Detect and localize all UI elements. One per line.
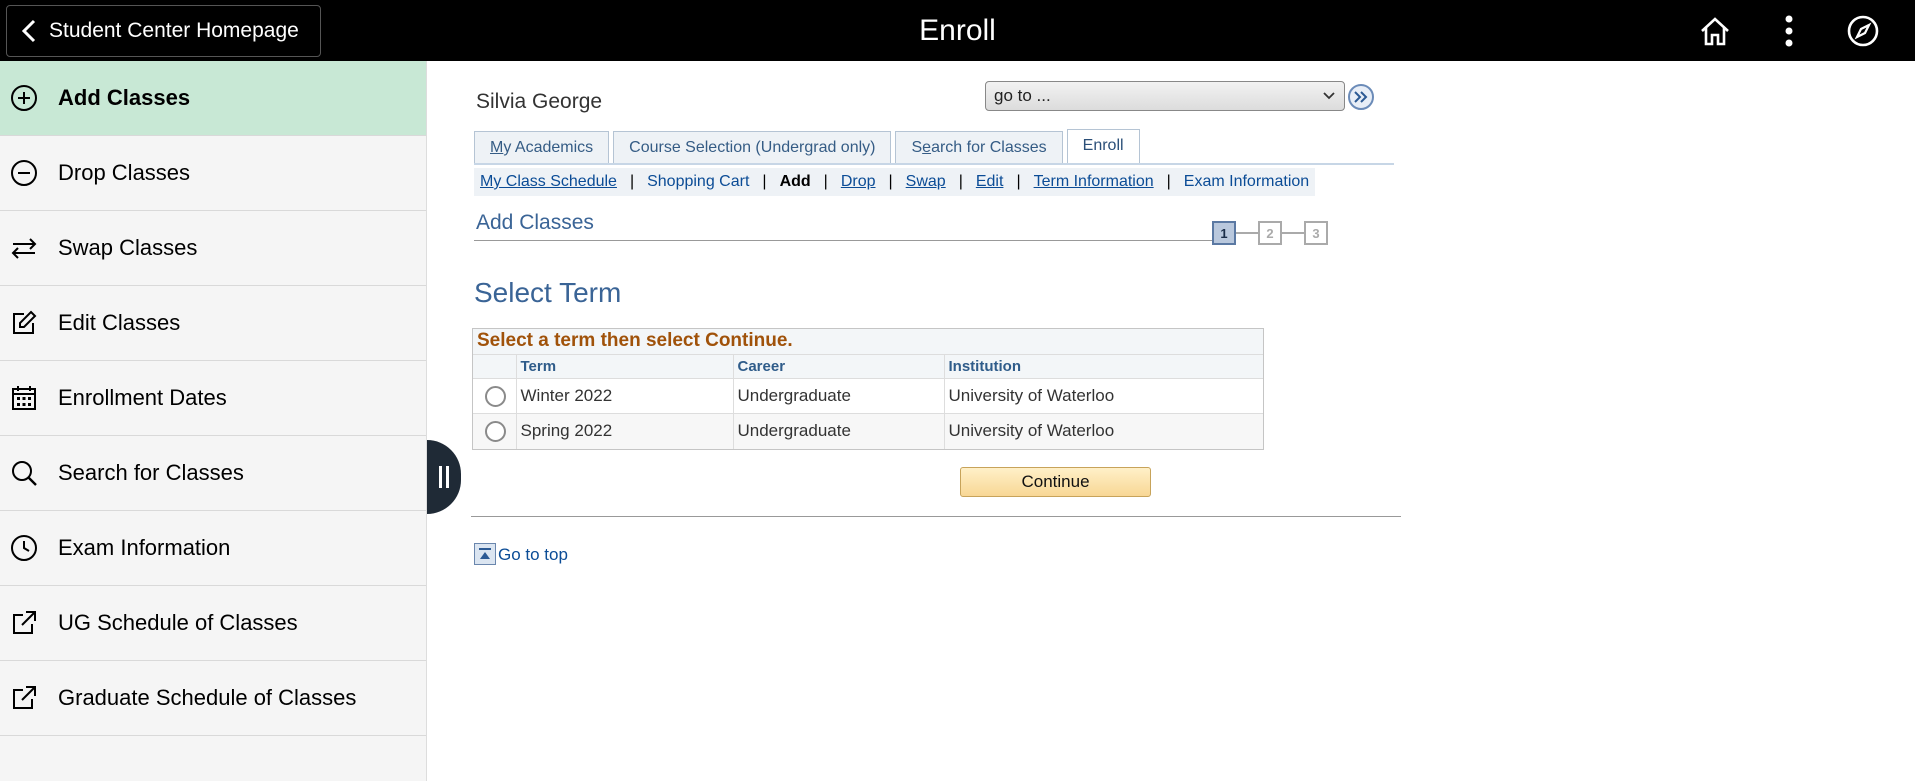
subnav-exam-information[interactable]: Exam Information <box>1184 173 1309 191</box>
calendar-icon <box>10 384 38 412</box>
sidebar: Add Classes Drop Classes Swap Classes Ed… <box>0 61 427 781</box>
go-to-top-label: Go to top <box>498 545 568 564</box>
select-term-heading: Select Term <box>474 277 622 308</box>
sidebar-item-drop-classes[interactable]: Drop Classes <box>0 136 426 211</box>
tab-course-selection[interactable]: Course Selection (Undergrad only) <box>613 131 892 163</box>
institution-cell: University of Waterloo <box>943 413 1263 449</box>
sidebar-item-label: Edit Classes <box>58 310 181 335</box>
sidebar-item-swap-classes[interactable]: Swap Classes <box>0 211 426 286</box>
column-header-institution: Institution <box>943 354 1263 379</box>
goto-dropdown[interactable]: go to ... <box>985 81 1345 111</box>
back-button-label: Student Center Homepage <box>49 19 299 42</box>
sidebar-item-label: Enrollment Dates <box>58 385 227 410</box>
sidebar-item-edit-classes[interactable]: Edit Classes <box>0 286 426 361</box>
career-cell: Undergraduate <box>732 413 944 449</box>
external-link-icon <box>10 684 38 712</box>
table-row: Spring 2022 Undergraduate University of … <box>473 413 1263 449</box>
column-header-select <box>473 354 516 379</box>
section-title: Add Classes <box>476 211 594 234</box>
home-icon[interactable] <box>1693 9 1737 53</box>
go-to-top-link[interactable]: Go to top <box>474 543 568 565</box>
grid-instructions: Select a term then select Continue. <box>473 329 1263 354</box>
sidebar-item-label: Exam Information <box>58 535 231 560</box>
sidebar-item-label: Search for Classes <box>58 460 244 485</box>
divider <box>474 240 1220 241</box>
student-name: Silvia George <box>476 90 603 113</box>
goto-go-button[interactable] <box>1348 84 1374 110</box>
search-icon <box>10 459 38 487</box>
step-3: 3 <box>1304 221 1328 245</box>
minus-circle-icon <box>10 159 38 187</box>
sidebar-item-search-for-classes[interactable]: Search for Classes <box>0 436 426 511</box>
step-1: 1 <box>1212 221 1236 245</box>
subnav-shopping-cart[interactable]: Shopping Cart <box>647 173 749 191</box>
double-chevron-right-icon <box>1354 91 1368 103</box>
divider <box>471 516 1401 517</box>
sidebar-item-graduate-schedule-of-classes[interactable]: Graduate Schedule of Classes <box>0 661 426 736</box>
external-link-icon <box>10 609 38 637</box>
sidebar-item-label: Add Classes <box>58 85 191 110</box>
sidebar-item-label: UG Schedule of Classes <box>58 610 298 635</box>
subnav-drop[interactable]: Drop <box>841 173 876 191</box>
more-vertical-icon[interactable] <box>1767 9 1811 53</box>
chevron-left-icon <box>21 19 36 43</box>
chevron-down-icon <box>1322 82 1336 119</box>
subnav-term-information[interactable]: Term Information <box>1034 173 1154 191</box>
subnav-edit[interactable]: Edit <box>976 173 1004 191</box>
career-cell: Undergraduate <box>732 378 944 414</box>
swap-arrows-icon <box>10 234 38 262</box>
go-to-top-icon <box>474 543 496 565</box>
goto-dropdown-value: go to ... <box>994 86 1051 105</box>
sidebar-item-enrollment-dates[interactable]: Enrollment Dates <box>0 361 426 436</box>
tab-enroll[interactable]: Enroll <box>1066 129 1140 163</box>
sidebar-item-label: Graduate Schedule of Classes <box>58 685 357 710</box>
term-grid: Select a term then select Continue. Term… <box>472 328 1264 450</box>
term-cell: Winter 2022 <box>515 378 733 414</box>
tab-my-academics[interactable]: My Academics <box>474 131 610 163</box>
edit-icon <box>10 309 38 337</box>
step-2: 2 <box>1258 221 1282 245</box>
term-radio-spring-2022[interactable] <box>485 420 506 442</box>
subnav-add-current: Add <box>779 173 811 190</box>
tab-bar: My Academics Course Selection (Undergrad… <box>474 129 1394 165</box>
top-bar: Student Center Homepage Enroll <box>0 0 1915 61</box>
sidebar-item-add-classes[interactable]: Add Classes <box>0 61 426 136</box>
back-to-student-center-button[interactable]: Student Center Homepage <box>6 5 321 57</box>
plus-circle-icon <box>10 84 38 112</box>
main-content: Silvia George go to ... My Academics Cou… <box>427 61 1915 781</box>
subnav-my-class-schedule[interactable]: My Class Schedule <box>480 173 617 191</box>
tab-search-for-classes[interactable]: Search for Classes <box>895 131 1063 163</box>
compass-icon[interactable] <box>1841 9 1885 53</box>
column-header-career: Career <box>732 354 944 379</box>
institution-cell: University of Waterloo <box>943 378 1263 414</box>
column-header-term: Term <box>515 354 733 379</box>
subnav-swap[interactable]: Swap <box>906 173 946 191</box>
sidebar-item-exam-information[interactable]: Exam Information <box>0 511 426 586</box>
clock-icon <box>10 534 38 562</box>
step-indicator: 1 2 3 <box>1212 221 1328 245</box>
sidebar-item-label: Swap Classes <box>58 235 198 260</box>
term-radio-winter-2022[interactable] <box>485 385 506 407</box>
sidebar-item-ug-schedule-of-classes[interactable]: UG Schedule of Classes <box>0 586 426 661</box>
table-row: Winter 2022 Undergraduate University of … <box>473 378 1263 414</box>
enroll-subnav: My Class Schedule | Shopping Cart | Add … <box>474 168 1316 196</box>
term-cell: Spring 2022 <box>515 413 733 449</box>
continue-button[interactable]: Continue <box>960 467 1151 497</box>
sidebar-item-label: Drop Classes <box>58 160 191 185</box>
